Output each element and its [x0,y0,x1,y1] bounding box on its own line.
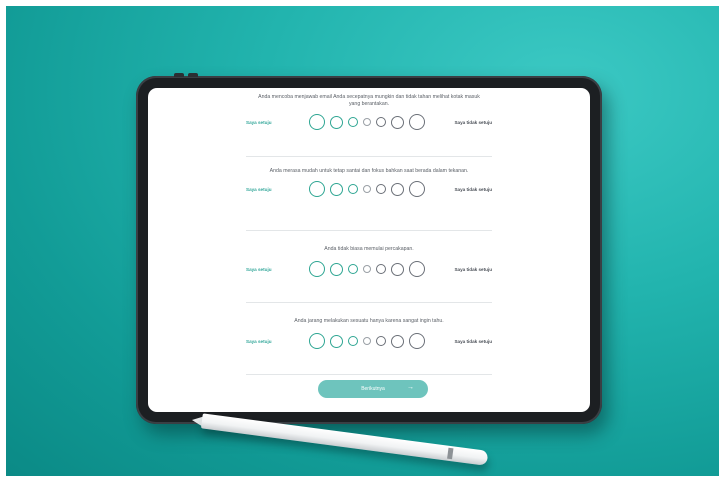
disagree-label: Saya tidak setuju [454,266,492,272]
question-text: Anda mencoba menjawab email Anda secepat… [258,94,480,107]
agree-label: Saya setuju [246,266,272,272]
answer-option[interactable] [330,115,343,129]
answer-option[interactable] [330,334,343,348]
tablet-button [174,73,184,77]
answer-option[interactable] [363,185,371,193]
answer-option[interactable] [409,114,425,130]
next-button-label: Berikutnya [361,386,385,392]
answer-option[interactable] [376,264,386,274]
question-item: Anda tidak biasa memulai percakapan. Say… [246,246,492,303]
answer-option[interactable] [376,184,386,194]
question-text: Anda merasa mudah untuk tetap santai dan… [269,168,469,174]
next-button[interactable]: Berikutnya → [318,380,428,398]
disagree-label: Saya tidak setuju [454,338,492,344]
answer-option[interactable] [309,333,325,349]
answer-option[interactable] [376,336,386,346]
answer-options [309,261,425,277]
answer-option[interactable] [409,181,425,197]
answer-option[interactable] [348,184,358,194]
disagree-label: Saya tidak setuju [454,186,492,192]
question-text: Anda jarang melakukan sesuatu hanya kare… [294,318,444,324]
disagree-label: Saya tidak setuju [454,119,492,125]
answer-option[interactable] [391,115,404,129]
answer-option[interactable] [309,181,325,197]
question-text: Anda tidak biasa memulai percakapan. [324,246,414,252]
answer-option[interactable] [409,333,425,349]
answer-option[interactable] [376,117,386,127]
agree-label: Saya setuju [246,119,272,125]
agree-label: Saya setuju [246,338,272,344]
answer-option[interactable] [391,334,404,348]
answer-option[interactable] [348,264,358,274]
answer-option[interactable] [363,118,371,126]
answer-option[interactable] [330,182,343,196]
answer-options [309,333,425,349]
answer-option[interactable] [391,182,404,196]
answer-scale: Saya setuju Saya tidak setuju [246,261,492,277]
answer-option[interactable] [391,262,404,276]
agree-label: Saya setuju [246,186,272,192]
answer-scale: Saya setuju Saya tidak setuju [246,333,492,349]
tablet-button [188,73,198,77]
answer-scale: Saya setuju Saya tidak setuju [246,114,492,130]
tablet-device: Anda mencoba menjawab email Anda secepat… [136,73,602,424]
answer-option[interactable] [409,261,425,277]
answer-option[interactable] [363,265,371,273]
arrow-right-icon: → [407,384,414,391]
answer-option[interactable] [363,337,371,345]
answer-options [309,114,425,130]
answer-option[interactable] [309,114,325,130]
question-item: Anda jarang melakukan sesuatu hanya kare… [246,318,492,375]
answer-scale: Saya setuju Saya tidak setuju [246,181,492,197]
tablet-screen: Anda mencoba menjawab email Anda secepat… [148,88,590,412]
answer-options [309,181,425,197]
answer-option[interactable] [330,262,343,276]
answer-option[interactable] [348,117,358,127]
question-item: Anda merasa mudah untuk tetap santai dan… [246,168,492,231]
question-item: Anda mencoba menjawab email Anda secepat… [246,94,492,157]
photo-background: Anda mencoba menjawab email Anda secepat… [6,6,719,476]
answer-option[interactable] [309,261,325,277]
answer-option[interactable] [348,336,358,346]
